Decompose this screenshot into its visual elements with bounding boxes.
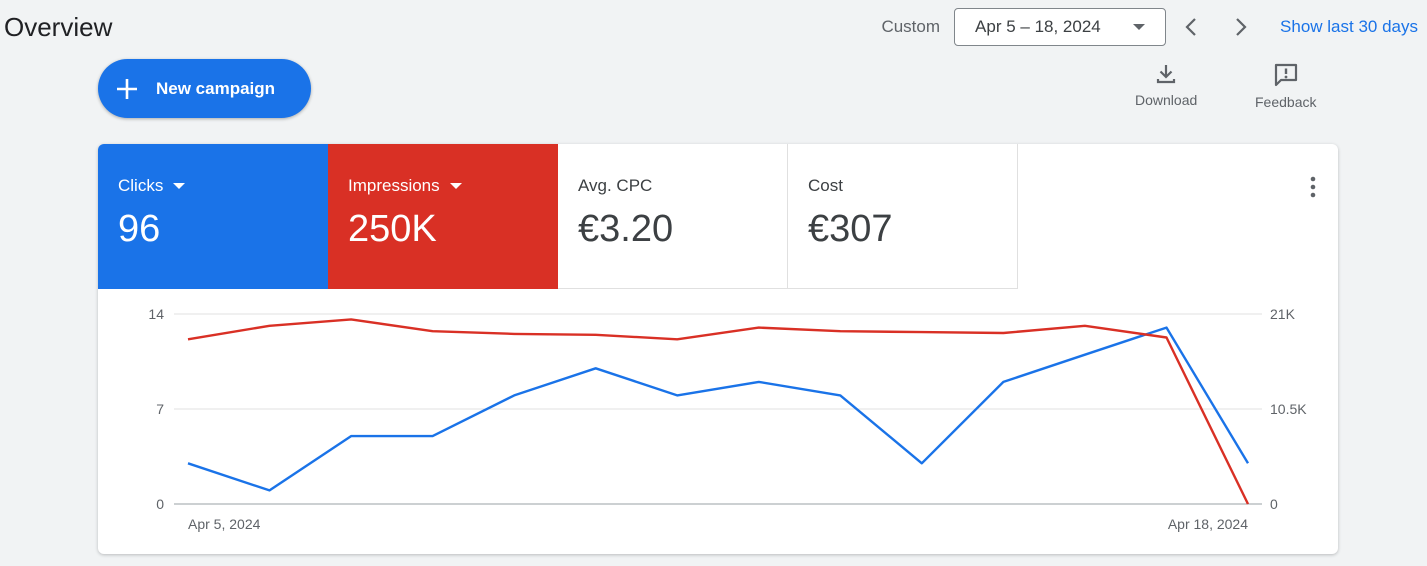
date-range-value: Apr 5 – 18, 2024 xyxy=(975,17,1101,36)
y-left-tick-label: 14 xyxy=(148,306,164,322)
date-range-select[interactable]: Apr 5 – 18, 2024 xyxy=(954,8,1167,46)
custom-label: Custom xyxy=(881,17,941,36)
date-controls: Custom Apr 5 – 18, 2024 Show last 30 day… xyxy=(881,7,1427,47)
y-left-tick-label: 0 xyxy=(156,496,164,512)
chevron-left-icon xyxy=(1185,18,1196,36)
feedback-icon xyxy=(1274,63,1297,87)
next-period-button[interactable] xyxy=(1216,7,1266,47)
feedback-label: Feedback xyxy=(1255,94,1317,110)
page-title: Overview xyxy=(4,12,113,42)
y-right-tick-label: 0 xyxy=(1270,496,1278,512)
download-button[interactable]: Download xyxy=(1135,62,1197,108)
series-line-impressions xyxy=(187,318,1250,505)
y-right-tick-label: 10.5K xyxy=(1270,401,1307,417)
performance-chart: 0 7 14 0 10.5K 21K Apr 5, 2024 Apr 18, 2024 xyxy=(148,306,1307,532)
download-label: Download xyxy=(1135,92,1198,108)
download-icon xyxy=(1157,65,1176,84)
y-left-tick-label: 7 xyxy=(156,401,164,417)
x-tick-label: Apr 5, 2024 xyxy=(188,516,261,532)
x-tick-label: Apr 18, 2024 xyxy=(1168,516,1248,532)
overview-card: Clicks 96 Impressions 250K Avg. CPC €3.2… xyxy=(98,144,1338,554)
new-campaign-label: New campaign xyxy=(156,78,276,98)
plus-icon xyxy=(116,78,138,100)
y-right-tick-label: 21K xyxy=(1270,306,1296,322)
chevron-right-icon xyxy=(1236,18,1247,36)
show-last-30-days-link[interactable]: Show last 30 days xyxy=(1280,17,1418,37)
previous-period-button[interactable] xyxy=(1166,7,1216,47)
chevron-down-icon xyxy=(1133,24,1146,30)
feedback-button[interactable]: Feedback xyxy=(1255,62,1316,110)
new-campaign-button[interactable]: New campaign xyxy=(98,59,311,118)
